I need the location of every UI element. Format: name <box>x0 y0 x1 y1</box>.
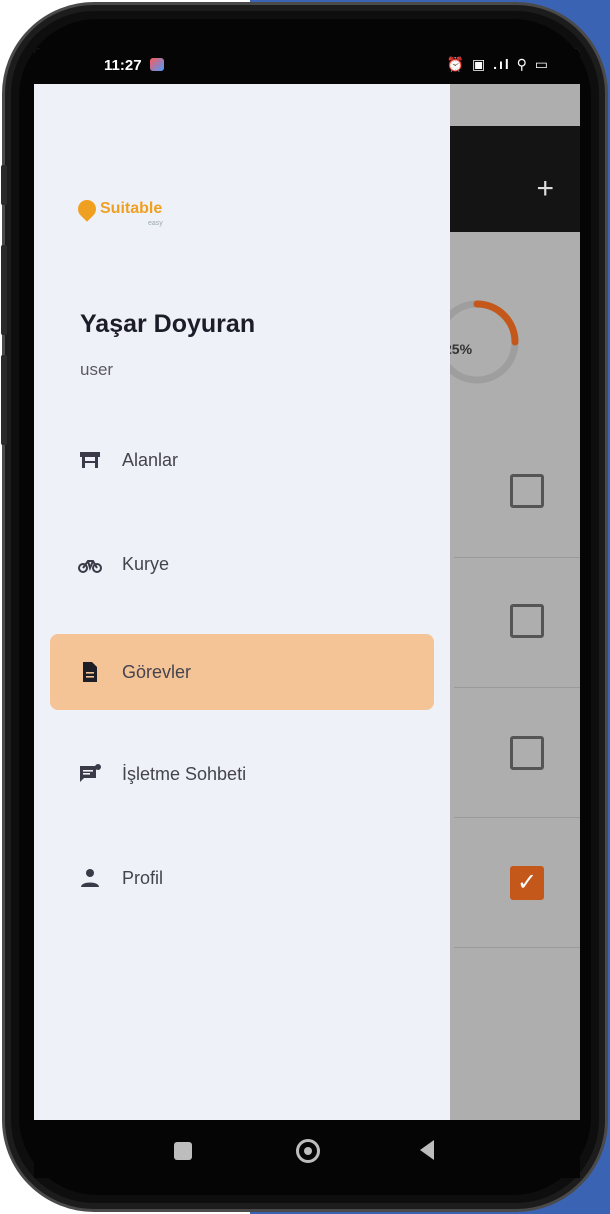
status-icons: ⏰ ▣ .ıl ⚲ ▭ <box>446 56 550 72</box>
notification-icon <box>150 58 164 71</box>
user-role: user <box>80 360 114 379</box>
side-button <box>1 355 7 445</box>
menu-item-kurye[interactable]: Kurye <box>50 526 434 602</box>
location-pin-icon <box>74 196 100 222</box>
logo-text: Suitable <box>100 200 163 217</box>
chat-icon <box>80 764 101 782</box>
task-checkbox[interactable] <box>510 474 544 508</box>
menu-label: Kurye <box>122 554 170 574</box>
status-bar: 11:27 ⏰ ▣ .ıl ⚲ ▭ <box>34 48 580 84</box>
menu-label: Profil <box>122 868 164 888</box>
screen: 11:27 ⏰ ▣ .ıl ⚲ ▭ + 25% ✓ Suitable easy … <box>34 48 580 1160</box>
table-icon <box>80 452 100 468</box>
add-icon[interactable]: + <box>536 174 554 204</box>
user-name: Yaşar Doyuran <box>80 310 256 338</box>
document-icon <box>83 662 97 682</box>
logo-subtext: easy <box>148 220 163 227</box>
menu-label: Görevler <box>122 662 192 682</box>
menu-label: Alanlar <box>122 450 179 470</box>
menu-item-profil[interactable]: Profil <box>50 840 434 916</box>
system-nav-bar <box>34 1120 580 1178</box>
task-checkbox[interactable] <box>510 736 544 770</box>
recent-apps-button[interactable] <box>174 1142 192 1160</box>
menu-item-alanlar[interactable]: Alanlar <box>50 422 434 498</box>
menu-item-isletme-sohbeti[interactable]: İşletme Sohbeti <box>50 736 434 812</box>
home-button[interactable] <box>296 1139 320 1163</box>
navigation-drawer: Suitable easy Yaşar Doyuran user Alanlar… <box>34 84 450 1160</box>
task-checkbox-checked[interactable]: ✓ <box>510 866 544 900</box>
task-checkbox[interactable] <box>510 604 544 638</box>
menu-item-gorevler[interactable]: Görevler <box>50 634 434 710</box>
bicycle-icon <box>78 560 102 573</box>
menu-label: İşletme Sohbeti <box>122 764 247 784</box>
side-button <box>1 165 7 205</box>
side-button <box>1 245 7 335</box>
progress-arc <box>473 300 519 346</box>
person-icon <box>81 869 99 887</box>
back-button[interactable] <box>420 1140 434 1160</box>
status-time: 11:27 <box>104 57 142 74</box>
